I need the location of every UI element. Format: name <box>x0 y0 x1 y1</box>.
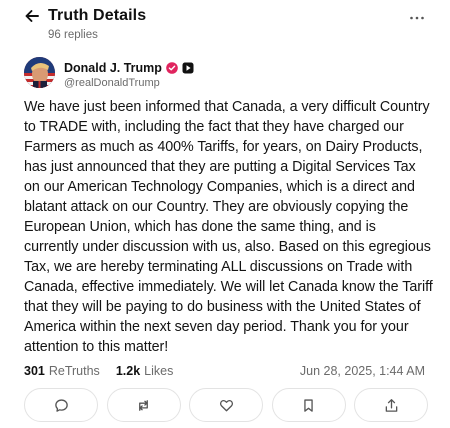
arrow-left-icon <box>24 8 40 29</box>
media-badge-icon <box>182 62 194 74</box>
share-button[interactable] <box>354 388 428 422</box>
truth-details-page: Truth Details 96 replies Donald J. Trump… <box>0 0 450 428</box>
reply-bubble-icon <box>54 398 69 413</box>
avatar[interactable] <box>24 57 55 88</box>
author-display-name[interactable]: Donald J. Trump <box>64 61 162 75</box>
reply-button[interactable] <box>24 388 98 422</box>
post-author: Donald J. Trump @realDonaldTrump <box>24 57 424 93</box>
verified-badge-icon <box>166 62 178 74</box>
page-title: Truth Details <box>48 7 147 24</box>
retruths-label[interactable]: ReTruths <box>49 364 100 378</box>
post-timestamp: Jun 28, 2025, 1:44 AM <box>299 364 425 378</box>
likes-count[interactable]: 1.2k <box>116 364 140 378</box>
bookmark-icon <box>301 398 316 413</box>
retruth-button[interactable] <box>106 388 181 422</box>
author-handle[interactable]: @realDonaldTrump <box>64 77 160 89</box>
bookmark-button[interactable] <box>271 388 346 422</box>
share-icon <box>384 398 399 413</box>
back-button[interactable] <box>22 8 42 28</box>
more-options-button[interactable] <box>406 8 428 26</box>
retruths-count[interactable]: 301 <box>24 364 45 378</box>
action-bar <box>24 387 428 423</box>
heart-icon <box>219 398 234 413</box>
post-text: We have just been informed that Canada, … <box>24 99 433 355</box>
like-button[interactable] <box>189 388 263 422</box>
retruth-arrows-icon <box>136 398 151 413</box>
author-name-line: Donald J. Trump <box>64 61 194 75</box>
post-stats: 301 ReTruths 1.2k Likes <box>24 364 173 378</box>
replies-count: 96 replies <box>48 29 98 41</box>
page-header: Truth Details 96 replies <box>0 0 450 46</box>
more-horizontal-icon <box>409 8 425 26</box>
likes-label[interactable]: Likes <box>144 364 173 378</box>
